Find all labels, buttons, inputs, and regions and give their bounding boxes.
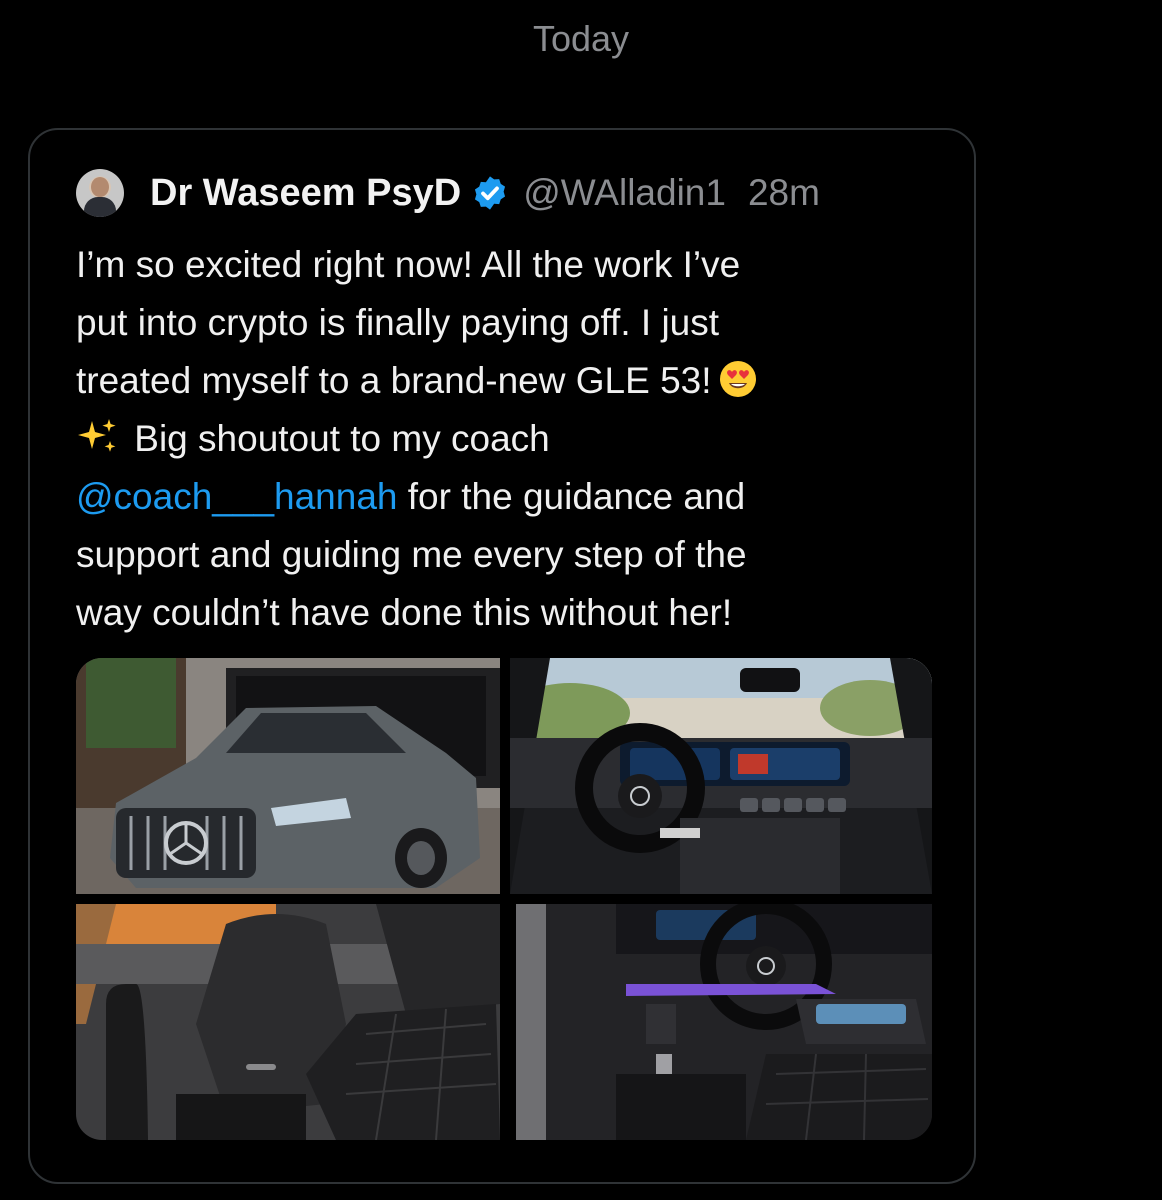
tweet-text-line: I’m so excited right now! All the work I… — [76, 244, 741, 285]
verified-badge-icon — [475, 176, 506, 210]
tweet-timestamp[interactable]: 28m — [748, 172, 820, 214]
tweet-text-line: @coach___hannah for the guidance and — [76, 468, 916, 526]
tweet-text-line: support and guiding me every step of the — [76, 534, 747, 575]
tweet-text-line: way couldn’t have done this without her! — [76, 592, 733, 633]
tweet-text-segment: Big shoutout to my coach — [134, 418, 550, 459]
tweet-text: I’m so excited right now! All the work I… — [76, 236, 916, 642]
sparkles-emoji-icon — [78, 419, 116, 452]
tweet-text-segment: treated myself to a brand-new GLE 53! — [76, 360, 712, 401]
author-handle[interactable]: @WAlladin1 — [523, 172, 726, 214]
tweet-text-line: Big shoutout to my coach — [76, 410, 916, 468]
media-grid — [76, 658, 932, 1140]
author-display-name[interactable]: Dr Waseem PsyD — [150, 172, 461, 215]
photo-footwell-console[interactable] — [516, 904, 932, 1140]
quoted-tweet-card[interactable]: Dr Waseem PsyD @WAlladin1 28m I’m so exc… — [28, 128, 976, 1184]
tweet-text-line: put into crypto is finally paying off. I… — [76, 302, 720, 343]
heart-eyes-emoji-icon — [719, 361, 756, 397]
avatar[interactable] — [76, 169, 124, 217]
mention-link[interactable]: @coach___hannah — [76, 476, 398, 517]
tweet-header: Dr Waseem PsyD @WAlladin1 28m — [76, 166, 820, 220]
photo-front-seats[interactable] — [76, 904, 500, 1140]
photo-car-exterior[interactable] — [76, 658, 500, 894]
date-separator: Today — [532, 18, 630, 59]
photo-dashboard-interior[interactable] — [510, 658, 932, 894]
tweet-text-line: treated myself to a brand-new GLE 53! — [76, 352, 916, 410]
tweet-text-segment: for the guidance and — [397, 476, 746, 517]
